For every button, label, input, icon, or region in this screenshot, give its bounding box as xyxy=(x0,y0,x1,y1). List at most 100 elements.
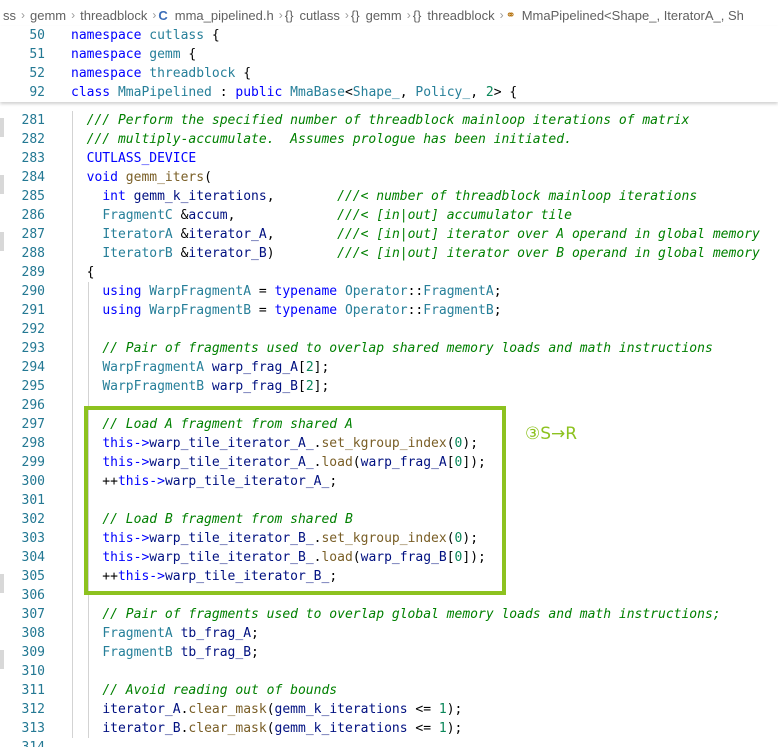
line-number: 51 xyxy=(29,47,45,62)
code-line[interactable]: 311 // Avoid reading out of bounds xyxy=(0,681,778,700)
code-line[interactable]: 309 FragmentB tb_frag_B; xyxy=(0,643,778,662)
line-number: 302 xyxy=(21,512,45,527)
highlight-box xyxy=(84,406,506,595)
breadcrumb-scope[interactable]: gemm xyxy=(363,8,405,23)
code-text: // Avoid reading out of bounds xyxy=(102,683,338,698)
line-number: 294 xyxy=(21,360,45,375)
code-text: iterator_B.clear_mask(gemm_k_iterations … xyxy=(102,721,463,736)
code-text: /// Perform the specified number of thre… xyxy=(86,113,690,128)
line-number: 299 xyxy=(21,455,45,470)
code-line[interactable]: 281 /// Perform the specified number of … xyxy=(0,111,778,130)
chevron-right-icon: › xyxy=(278,8,283,22)
annotation-label: ③S→R xyxy=(525,424,578,444)
code-line[interactable]: 295 WarpFragmentB warp_frag_B[2]; xyxy=(0,377,778,396)
code-line[interactable]: 290 using WarpFragmentA = typename Opera… xyxy=(0,282,778,301)
code-text: CUTLASS_DEVICE xyxy=(86,151,197,166)
breadcrumb-item[interactable]: threadblock xyxy=(77,8,150,23)
line-number: 284 xyxy=(21,170,45,185)
code-text: namespace cutlass { xyxy=(71,28,220,43)
line-number: 283 xyxy=(21,151,45,166)
code-text: IteratorB &iterator_B) ///< [in|out] ite… xyxy=(102,246,760,261)
namespace-icon: {} xyxy=(350,7,360,23)
line-number: 311 xyxy=(21,683,45,698)
breadcrumb-scope[interactable]: cutlass xyxy=(296,8,342,23)
line-number: 293 xyxy=(21,341,45,356)
c-file-icon: C xyxy=(158,7,168,23)
chevron-right-icon: › xyxy=(344,8,349,22)
code-line[interactable]: 288 IteratorB &iterator_B) ///< [in|out]… xyxy=(0,244,778,263)
line-number: 292 xyxy=(21,322,45,337)
code-line[interactable]: 313 iterator_B.clear_mask(gemm_k_iterati… xyxy=(0,719,778,738)
code-line[interactable]: 308 FragmentA tb_frag_A; xyxy=(0,624,778,643)
breadcrumb-scope[interactable]: threadblock xyxy=(424,8,497,23)
code-text: void gemm_iters( xyxy=(86,170,212,185)
breadcrumb-item[interactable]: ss xyxy=(0,8,19,23)
chevron-right-icon: › xyxy=(499,8,504,22)
code-text: FragmentB tb_frag_B; xyxy=(102,645,259,660)
breadcrumb-file[interactable]: mma_pipelined.h xyxy=(172,8,277,23)
code-line: 314 xyxy=(0,738,778,747)
line-number: 52 xyxy=(29,66,45,81)
line-number: 313 xyxy=(21,721,45,736)
code-text: int gemm_k_iterations, ///< number of th… xyxy=(102,189,698,204)
code-line[interactable]: 286 FragmentC &accum, ///< [in|out] accu… xyxy=(0,206,778,225)
line-number: 300 xyxy=(21,474,45,489)
line-number: 314 xyxy=(0,738,45,747)
chevron-right-icon: › xyxy=(71,8,76,22)
code-line[interactable]: 50 namespace cutlass { xyxy=(0,26,778,45)
line-number: 287 xyxy=(21,227,45,242)
code-line[interactable]: 285 int gemm_k_iterations, ///< number o… xyxy=(0,187,778,206)
line-number: 297 xyxy=(21,417,45,432)
code-text: FragmentC &accum, ///< [in|out] accumula… xyxy=(102,208,572,223)
code-line[interactable]: 289 { xyxy=(0,263,778,282)
code-line[interactable]: 284 void gemm_iters( xyxy=(0,168,778,187)
line-number: 50 xyxy=(29,28,45,43)
namespace-icon: {} xyxy=(284,7,294,23)
chevron-right-icon: › xyxy=(406,8,411,22)
code-line[interactable]: 287 IteratorA &iterator_A, ///< [in|out]… xyxy=(0,225,778,244)
code-line[interactable]: 310 xyxy=(0,662,778,681)
code-line[interactable]: 292 xyxy=(0,320,778,339)
code-text: /// multiply-accumulate. Assumes prologu… xyxy=(86,132,572,147)
code-text: using WarpFragmentB = typename Operator:… xyxy=(102,303,502,318)
line-number: 295 xyxy=(21,379,45,394)
code-line[interactable]: 291 using WarpFragmentB = typename Opera… xyxy=(0,301,778,320)
breadcrumb-class[interactable]: MmaPipelined<Shape_, IteratorA_, Sh xyxy=(519,8,747,23)
code-line[interactable]: 307 // Pair of fragments used to overlap… xyxy=(0,605,778,624)
line-number: 281 xyxy=(21,113,45,128)
chevron-right-icon: › xyxy=(21,8,25,22)
code-line[interactable]: 293 // Pair of fragments used to overlap… xyxy=(0,339,778,358)
code-text: WarpFragmentB warp_frag_B[2]; xyxy=(102,379,330,394)
code-line[interactable]: 312 iterator_A.clear_mask(gemm_k_iterati… xyxy=(0,700,778,719)
line-number: 312 xyxy=(21,702,45,717)
line-number: 305 xyxy=(21,569,45,584)
indent-guide xyxy=(72,111,73,738)
line-number: 309 xyxy=(21,645,45,660)
line-number: 288 xyxy=(21,246,45,261)
line-number: 308 xyxy=(21,626,45,641)
line-number: 296 xyxy=(21,398,45,413)
line-number: 291 xyxy=(21,303,45,318)
breadcrumb-item[interactable]: gemm xyxy=(27,8,69,23)
code-line[interactable]: 92 class MmaPipelined : public MmaBase<Sh… xyxy=(0,83,778,102)
line-number: 298 xyxy=(21,436,45,451)
line-number: 310 xyxy=(21,664,45,679)
code-line[interactable]: 52 namespace threadblock { xyxy=(0,64,778,83)
code-text: // Pair of fragments used to overlap sha… xyxy=(102,341,713,356)
namespace-icon: {} xyxy=(412,7,422,23)
code-line[interactable]: 51 namespace gemm { xyxy=(0,45,778,64)
line-number: 280 xyxy=(0,102,45,108)
code-text: namespace gemm { xyxy=(71,47,197,62)
line-number: 304 xyxy=(21,550,45,565)
code-line[interactable]: 294 WarpFragmentA warp_frag_A[2]; xyxy=(0,358,778,377)
code-text: // Pair of fragments used to overlap glo… xyxy=(102,607,721,622)
line-number: 303 xyxy=(21,531,45,546)
code-line[interactable]: 282 /// multiply-accumulate. Assumes pro… xyxy=(0,130,778,149)
line-number: 301 xyxy=(21,493,45,508)
sticky-scroll-header: 50 namespace cutlass {51 namespace gemm {5… xyxy=(0,26,778,102)
code-text: iterator_A.clear_mask(gemm_k_iterations … xyxy=(102,702,463,717)
code-text: using WarpFragmentA = typename Operator:… xyxy=(102,284,502,299)
code-line[interactable]: 283 CUTLASS_DEVICE xyxy=(0,149,778,168)
code-text: class MmaPipelined : public MmaBase<Shap… xyxy=(71,85,518,100)
class-icon: ⚭ xyxy=(505,8,516,22)
